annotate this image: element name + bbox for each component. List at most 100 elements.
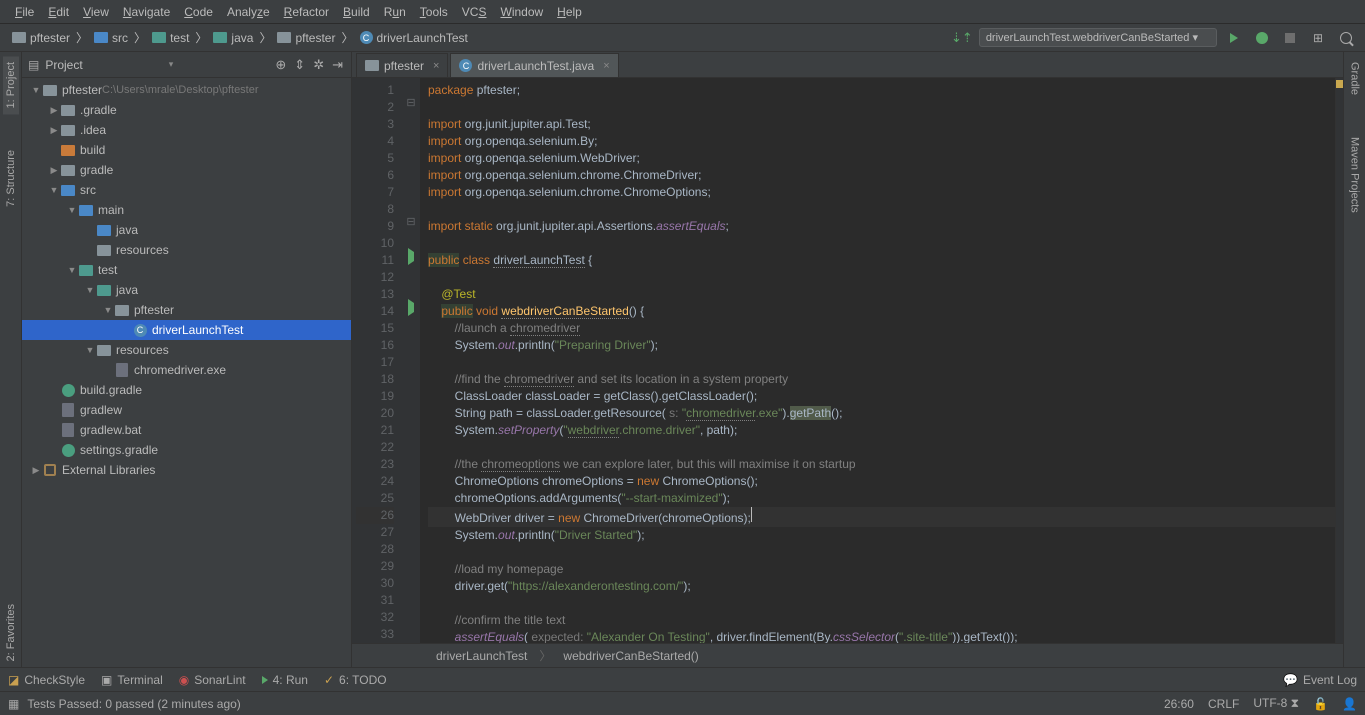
sidebar-dropdown-icon[interactable]: ▾ [169,59,174,70]
crumb-class[interactable]: driverLaunchTest [436,649,527,663]
tree-arrow-icon[interactable]: ▶ [30,465,42,476]
menu-analyze[interactable]: Analyze [220,5,277,19]
menu-navigate[interactable]: Navigate [116,5,177,19]
editor-tab[interactable]: CdriverLaunchTest.java× [450,53,618,77]
project-structure-button[interactable]: ⊞ [1307,27,1329,49]
run-config-selector[interactable]: driverLaunchTest.webdriverCanBeStarted ▾ [979,28,1217,47]
tab-todo[interactable]: ✓6: TODO [324,673,387,687]
breadcrumb-item[interactable]: pftester [8,30,74,46]
tree-row[interactable]: CdriverLaunchTest [22,320,351,340]
tree-row[interactable]: ▼main [22,200,351,220]
tree-arrow-icon[interactable]: ▼ [66,205,78,215]
folder-icon [96,343,112,357]
editor-tab[interactable]: pftester× [356,53,448,77]
tree-row[interactable]: build.gradle [22,380,351,400]
stop-button[interactable] [1279,27,1301,49]
tree-row[interactable]: ▼pftester C:\Users\mrale\Desktop\pfteste… [22,80,351,100]
tree-row[interactable]: java [22,220,351,240]
tree-row[interactable]: gradlew [22,400,351,420]
tab-run[interactable]: 4: Run [262,673,308,687]
search-everywhere-button[interactable] [1335,27,1357,49]
sidebar-collapse-icon[interactable]: ⇕ [292,57,307,73]
breadcrumb-item[interactable]: src [90,30,132,46]
tab-event-log[interactable]: 💬Event Log [1283,673,1357,687]
run-button[interactable] [1223,27,1245,49]
menu-edit[interactable]: Edit [41,5,76,19]
tree-row[interactable]: ▼resources [22,340,351,360]
sidebar-hide-icon[interactable]: ⇥ [330,57,345,73]
menu-run[interactable]: Run [377,5,413,19]
build-icon[interactable]: ⇣⇡ [951,30,973,46]
class-icon: C [360,31,373,44]
status-line-sep[interactable]: CRLF [1208,697,1239,711]
tree-arrow-icon[interactable]: ▼ [48,185,60,195]
tree-row[interactable]: build [22,140,351,160]
tree-row[interactable]: chromedriver.exe [22,360,351,380]
tree-arrow-icon[interactable]: ▶ [48,165,60,176]
sidebar-settings-icon[interactable]: ✲ [311,57,326,73]
menu-file[interactable]: File [8,5,41,19]
close-icon[interactable]: × [603,60,609,72]
tree-arrow-icon[interactable]: ▼ [66,265,78,275]
tree-row[interactable]: ▶.gradle [22,100,351,120]
project-view-icon: ▤ [28,58,39,72]
status-inspect-icon[interactable]: 👤 [1342,697,1357,711]
tab-checkstyle[interactable]: ◪CheckStyle [8,673,85,687]
menu-help[interactable]: Help [550,5,589,19]
status-caret-pos[interactable]: 26:60 [1164,697,1194,711]
tree-row[interactable]: ▶.idea [22,120,351,140]
menu-code[interactable]: Code [177,5,220,19]
tool-tab-favorites[interactable]: 2: Favorites [3,598,19,667]
tool-tab-gradle[interactable]: Gradle [1347,56,1363,101]
tree-row[interactable]: ▼test [22,260,351,280]
code-editor[interactable]: package pftester; import org.junit.jupit… [420,78,1335,643]
gutter-run-icon[interactable] [408,248,414,265]
debug-button[interactable] [1251,27,1273,49]
crumb-method[interactable]: webdriverCanBeStarted() [563,649,698,663]
breadcrumb-item[interactable]: CdriverLaunchTest [356,30,472,46]
tree-arrow-icon[interactable]: ▼ [102,305,114,315]
menu-window[interactable]: Window [493,5,550,19]
tree-row[interactable]: ▼pftester [22,300,351,320]
tree-row[interactable]: ▼java [22,280,351,300]
tool-tab-maven[interactable]: Maven Projects [1347,131,1363,219]
tree-arrow-icon[interactable]: ▶ [48,105,60,116]
status-message: Tests Passed: 0 passed (2 minutes ago) [27,697,240,711]
tree-arrow-icon[interactable]: ▼ [84,285,96,295]
tree-arrow-icon[interactable]: ▶ [48,125,60,136]
tree-row[interactable]: ▶gradle [22,160,351,180]
breadcrumb-item[interactable]: pftester [273,30,339,46]
tree-arrow-icon[interactable]: ▼ [84,345,96,355]
close-icon[interactable]: × [433,60,439,72]
tree-row[interactable]: settings.gradle [22,440,351,460]
menu-vcs[interactable]: VCS [455,5,494,19]
tree-row[interactable]: resources [22,240,351,260]
breadcrumb-item[interactable]: java [209,30,257,46]
sidebar-locate-icon[interactable]: ⊕ [273,57,288,73]
error-stripe[interactable] [1335,78,1343,643]
tree-row[interactable]: ▼src [22,180,351,200]
tool-tab-project[interactable]: 1: Project [3,56,19,114]
tool-tab-structure[interactable]: 7: Structure [3,144,19,213]
status-encoding[interactable]: UTF-8 ⧗ [1253,696,1299,711]
folder-teal-icon [96,283,112,297]
tree-row[interactable]: gradlew.bat [22,420,351,440]
warning-marker[interactable] [1336,80,1343,88]
tab-terminal[interactable]: ▣Terminal [101,673,163,687]
line-number-gutter[interactable]: 1234567891011121314151617181920212223242… [352,78,402,643]
menu-view[interactable]: View [76,5,116,19]
menu-refactor[interactable]: Refactor [277,5,336,19]
menu-tools[interactable]: Tools [413,5,455,19]
tree-row[interactable]: ▶External Libraries [22,460,351,480]
status-lock-icon[interactable]: 🔓 [1313,697,1328,711]
project-tree[interactable]: ▼pftester C:\Users\mrale\Desktop\pfteste… [22,78,351,667]
gutter-marks[interactable]: ⊟⊟ [402,78,420,643]
menu-build[interactable]: Build [336,5,377,19]
status-window-icon[interactable]: ▦ [8,697,19,711]
tab-sonarlint[interactable]: ◉SonarLint [179,673,246,687]
gutter-run-icon[interactable] [408,299,414,316]
breadcrumb-item[interactable]: test [148,30,193,46]
class-icon: C [132,323,148,337]
tree-arrow-icon[interactable]: ▼ [30,85,42,95]
breadcrumb-label: pftester [295,31,335,45]
